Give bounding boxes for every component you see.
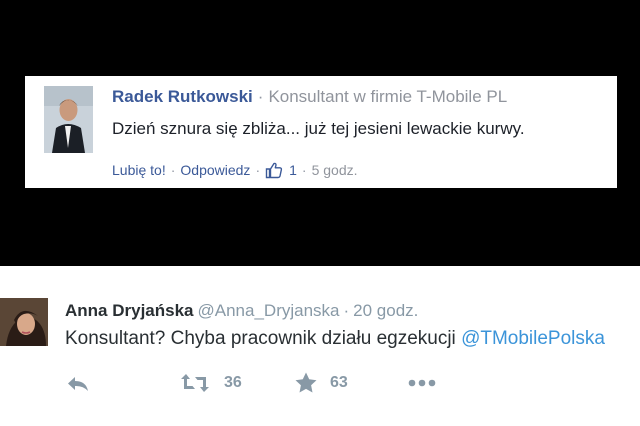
- comment-header: Radek Rutkowski · Konsultant w firmie T-Mo…: [112, 87, 507, 107]
- tweet-author-name[interactable]: Anna Dryjańska: [65, 301, 194, 320]
- like-count[interactable]: 1: [289, 162, 297, 178]
- tweet-card: Anna Dryjańska @Anna_Dryjanska · 20 godz. K…: [0, 266, 640, 426]
- tweet-actions: 36 63: [0, 370, 640, 398]
- favorite-button[interactable]: 63: [294, 371, 348, 395]
- tweet-author-avatar[interactable]: [0, 298, 48, 346]
- tweet-text: Konsultant? Chyba pracownik działu egzek…: [65, 328, 605, 350]
- thumbs-up-icon[interactable]: [265, 161, 283, 179]
- star-icon: [294, 371, 318, 395]
- more-options-button[interactable]: [408, 379, 436, 387]
- tweet-mention-link[interactable]: @TMobilePolska: [461, 328, 605, 349]
- more-icon: [408, 379, 436, 387]
- separator-dot: ·: [257, 87, 264, 106]
- tweet-timestamp[interactable]: 20 godz.: [353, 301, 418, 320]
- comment-timestamp[interactable]: 5 godz.: [312, 162, 358, 178]
- separator-dot: ·: [343, 301, 350, 320]
- separator-dot: ·: [301, 162, 307, 178]
- retweet-button[interactable]: 36: [180, 372, 242, 394]
- commenter-avatar[interactable]: [44, 86, 93, 153]
- separator-dot: ·: [255, 162, 261, 178]
- tweet-header: Anna Dryjańska @Anna_Dryjanska · 20 godz.: [65, 301, 418, 321]
- separator-dot: ·: [170, 162, 176, 178]
- favorite-count[interactable]: 63: [330, 374, 348, 392]
- retweet-count[interactable]: 36: [224, 374, 242, 392]
- reply-icon: [66, 374, 90, 394]
- commenter-name-link[interactable]: Radek Rutkowski: [112, 87, 253, 106]
- retweet-icon: [180, 372, 210, 394]
- like-link[interactable]: Lubię to!: [112, 162, 166, 178]
- comment-actions: Lubię to! · Odpowiedz · 1 · 5 godz.: [112, 161, 358, 179]
- facebook-comment-card: Radek Rutkowski · Konsultant w firmie T-Mo…: [25, 76, 617, 188]
- reply-button[interactable]: [66, 374, 90, 394]
- reply-link[interactable]: Odpowiedz: [180, 162, 250, 178]
- tweet-body: Konsultant? Chyba pracownik działu egzek…: [65, 328, 462, 349]
- tweet-author-handle[interactable]: @Anna_Dryjanska: [198, 301, 340, 320]
- commenter-job: Konsultant w firmie T-Mobile PL: [268, 87, 508, 106]
- comment-text: Dzień sznura się zbliża... już tej jesie…: [112, 119, 525, 138]
